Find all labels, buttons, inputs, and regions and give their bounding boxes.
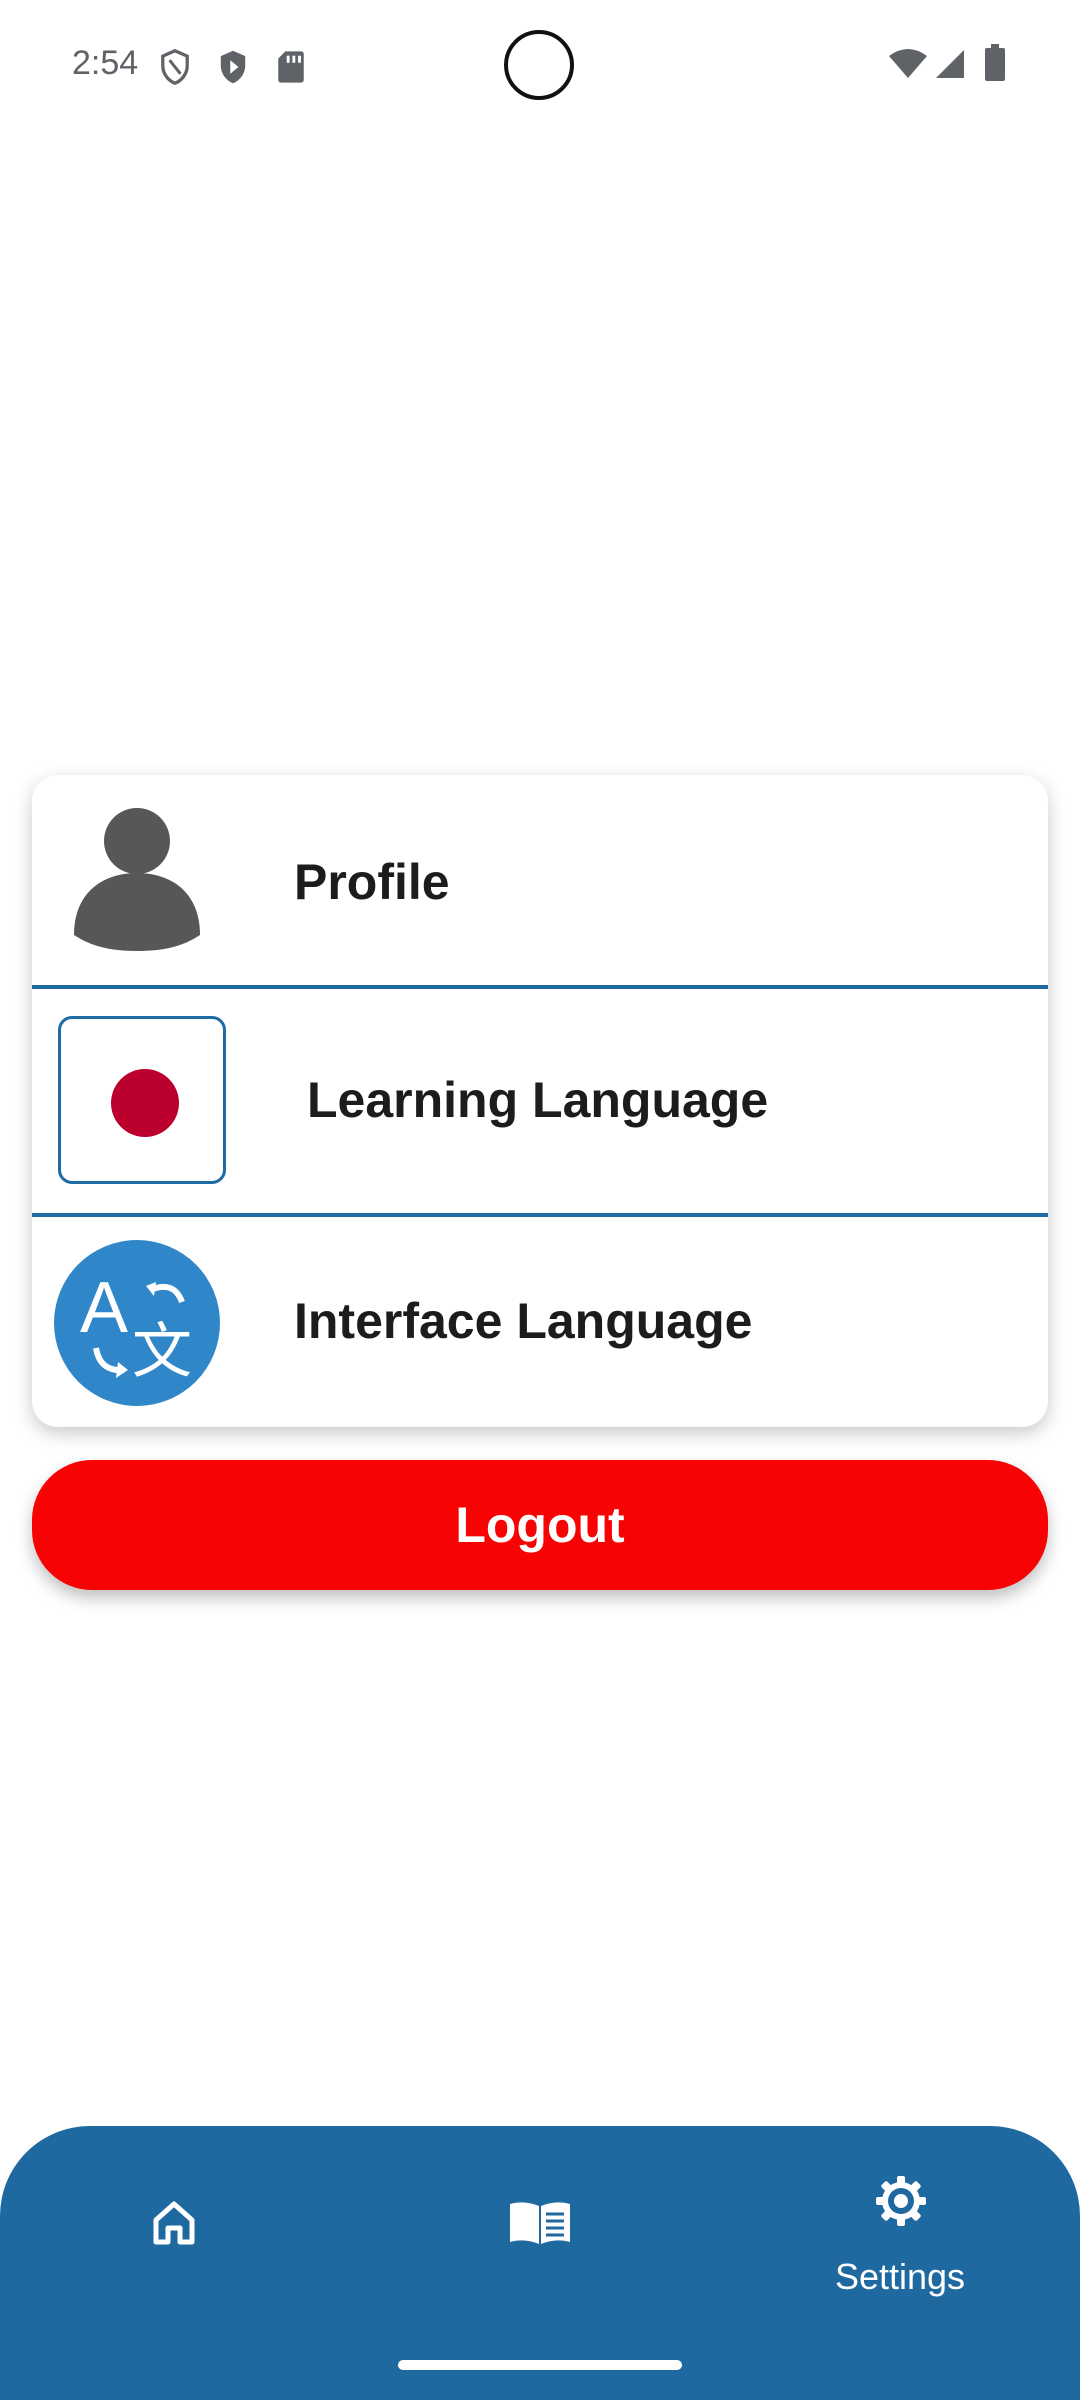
translate-icon: A 文 [54, 1240, 220, 1406]
nav-settings[interactable]: Settings [720, 2126, 1080, 2356]
shield-outline-icon [158, 48, 192, 91]
learning-language-row[interactable]: Learning Language [32, 989, 1048, 1213]
learning-language-label: Learning Language [307, 1072, 769, 1128]
svg-text:A: A [80, 1268, 128, 1348]
svg-text:文: 文 [132, 1317, 192, 1387]
logout-button[interactable]: Logout [32, 1460, 1048, 1590]
home-icon [150, 2198, 198, 2251]
japan-flag-icon [58, 1016, 226, 1184]
interface-language-label: Interface Language [294, 1293, 753, 1349]
nav-lessons[interactable] [360, 2126, 720, 2356]
gear-icon [874, 2174, 928, 2233]
bottom-nav: Settings [0, 2126, 1080, 2400]
battery-icon [984, 44, 1006, 87]
status-bar: 2:54 [0, 0, 1080, 130]
nav-settings-label: Settings [834, 2256, 966, 2297]
status-time: 2:54 [72, 44, 139, 82]
camera-cutout [504, 30, 574, 100]
settings-screen: 2:54 Profile Learning Language A 文 Inter… [0, 0, 1080, 2400]
profile-row[interactable]: Profile [32, 775, 1048, 986]
interface-language-row[interactable]: A 文 Interface Language [32, 1216, 1048, 1427]
home-indicator[interactable] [398, 2360, 682, 2370]
settings-card: Profile Learning Language A 文 Interface … [32, 775, 1048, 1427]
book-icon [508, 2198, 572, 2251]
nav-home[interactable] [0, 2126, 360, 2356]
person-icon [72, 807, 202, 955]
play-shield-icon [216, 48, 250, 91]
flag-sun [111, 1069, 179, 1137]
profile-label: Profile [294, 854, 450, 910]
cell-signal-icon [934, 48, 966, 85]
sd-card-icon [276, 50, 306, 89]
wifi-icon [888, 48, 928, 85]
